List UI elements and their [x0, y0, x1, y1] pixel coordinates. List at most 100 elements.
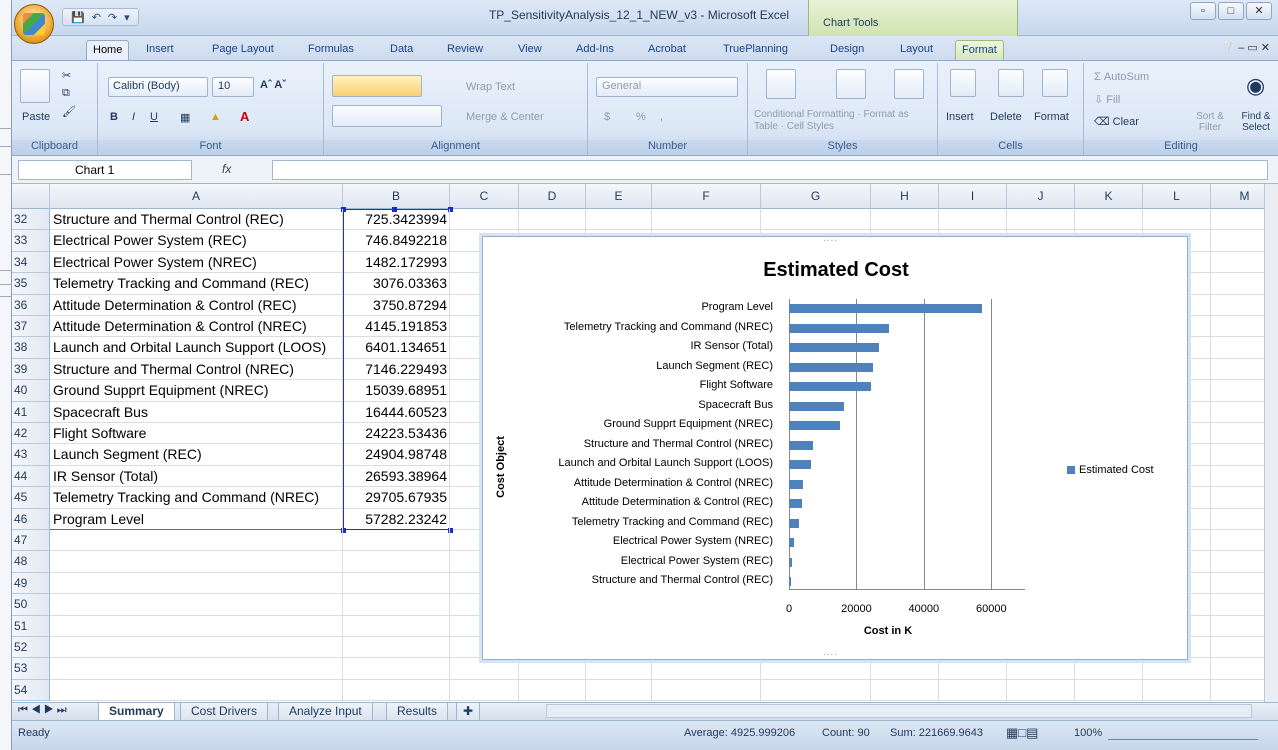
row-header[interactable]: 48 [12, 551, 50, 573]
row-header[interactable]: 50 [12, 594, 50, 616]
paste-icon[interactable] [20, 69, 50, 103]
sheet-tab-results[interactable]: Results [386, 703, 449, 721]
chart-resize-handle-top[interactable]: .... [823, 233, 838, 244]
sheet-tab-cost-drivers[interactable]: Cost Drivers [180, 703, 269, 721]
tab-data[interactable]: Data [384, 40, 419, 60]
name-box[interactable]: Chart 1 [18, 160, 192, 180]
row-header[interactable]: 41 [12, 401, 50, 423]
row-header[interactable]: 37 [12, 316, 50, 338]
x-axis-title[interactable]: Cost in K [788, 625, 988, 637]
bar[interactable] [789, 557, 792, 567]
insert-cells-icon[interactable] [950, 69, 976, 97]
select-all-corner[interactable] [12, 184, 50, 209]
bar[interactable] [789, 577, 792, 586]
align-top-icon[interactable] [332, 75, 422, 97]
bar[interactable] [789, 382, 871, 391]
tab-trueplanning[interactable]: TruePlanning [717, 40, 794, 60]
column-header-f[interactable]: F [652, 184, 761, 209]
row-header[interactable]: 36 [12, 294, 50, 316]
insert-sheet-icon[interactable]: ✚ [456, 703, 481, 721]
bar[interactable] [789, 401, 845, 411]
row-header[interactable]: 54 [12, 679, 50, 702]
row-header[interactable]: 32 [12, 209, 50, 231]
row-header[interactable]: 44 [12, 465, 50, 488]
bar[interactable] [789, 343, 879, 352]
selection-handle[interactable] [392, 207, 397, 212]
column-header-c[interactable]: C [450, 184, 519, 209]
y-axis-title[interactable]: Cost Object [495, 436, 507, 498]
merge-center-button[interactable]: Merge & Center [466, 111, 544, 123]
autosum-button[interactable]: Σ AutoSum [1094, 71, 1149, 83]
zoom-level[interactable]: 100% [1074, 727, 1102, 739]
zoom-slider[interactable] [1108, 724, 1258, 740]
column-header-a[interactable]: A [50, 184, 343, 209]
format-button[interactable]: Format [1034, 111, 1069, 123]
grow-font-icon[interactable]: Aˆ Aˇ [260, 79, 286, 91]
minimize-button[interactable]: ▫ [1190, 2, 1216, 20]
row-header[interactable]: 38 [12, 337, 50, 359]
bar[interactable] [789, 421, 840, 430]
sheet-nav-icon[interactable]: ⏮ ◀ ▶ ⏭ [18, 704, 67, 717]
tab-home[interactable]: Home [86, 40, 130, 60]
row-header[interactable]: 53 [12, 658, 50, 680]
chart-resize-handle-bottom[interactable]: .... [823, 647, 838, 658]
column-header-h[interactable]: H [871, 184, 939, 209]
paste-button[interactable]: Paste [22, 111, 50, 123]
fill-button[interactable]: ⇩ Fill [1094, 93, 1120, 106]
tab-formulas[interactable]: Formulas [302, 40, 360, 60]
customize-qat-icon[interactable]: ▾ [122, 11, 132, 24]
row-header[interactable]: 42 [12, 423, 50, 445]
copy-icon[interactable]: ⧉ [62, 87, 70, 100]
tab-add-ins[interactable]: Add-Ins [570, 40, 620, 60]
bar[interactable] [789, 499, 802, 508]
tab-design[interactable]: Design [824, 40, 870, 60]
column-header-j[interactable]: J [1007, 184, 1075, 209]
tab-acrobat[interactable]: Acrobat [642, 40, 692, 60]
bar[interactable] [789, 440, 814, 450]
row-header[interactable]: 35 [12, 273, 50, 295]
undo-icon[interactable]: ↶ [90, 11, 103, 24]
currency-button[interactable]: $ [604, 111, 610, 123]
bar[interactable] [789, 460, 811, 469]
bar[interactable] [789, 538, 794, 547]
column-header-b[interactable]: B [343, 184, 450, 209]
chart-title[interactable]: Estimated Cost [483, 259, 1189, 282]
underline-icon[interactable]: U [150, 111, 158, 123]
row-header[interactable]: 51 [12, 615, 50, 637]
find-select-button[interactable]: Find & Select [1236, 111, 1276, 133]
tab-view[interactable]: View [512, 40, 548, 60]
tab-review[interactable]: Review [441, 40, 489, 60]
column-header-e[interactable]: E [586, 184, 652, 209]
format-cells-icon[interactable] [1042, 69, 1068, 97]
row-header[interactable]: 34 [12, 251, 50, 274]
office-button[interactable] [14, 4, 54, 44]
font-color-icon[interactable]: A [240, 109, 249, 124]
format-painter-icon[interactable]: 🖌 [62, 105, 76, 118]
column-header-k[interactable]: K [1075, 184, 1143, 209]
tab-format[interactable]: Format [955, 40, 1004, 60]
tab-page-layout[interactable]: Page Layout [206, 40, 280, 60]
function-icon[interactable]: fx [222, 160, 262, 180]
sort-filter-button[interactable]: Sort & Filter [1188, 111, 1232, 133]
column-header-d[interactable]: D [519, 184, 586, 209]
formula-input[interactable] [272, 160, 1268, 180]
bar[interactable] [789, 479, 803, 489]
row-header[interactable]: 39 [12, 358, 50, 381]
styles-buttons[interactable]: Conditional Formatting · Format as Table… [754, 109, 932, 133]
close-button[interactable]: ✕ [1246, 2, 1272, 20]
comma-button[interactable]: , [660, 111, 663, 123]
bar[interactable] [789, 362, 873, 372]
format-as-table-icon[interactable] [836, 69, 866, 99]
save-icon[interactable]: 💾 [69, 11, 87, 24]
insert-button[interactable]: Insert [946, 111, 974, 123]
row-header[interactable]: 49 [12, 572, 50, 595]
delete-cells-icon[interactable] [998, 69, 1024, 97]
chart-legend[interactable]: Estimated Cost [1067, 464, 1154, 476]
bold-icon[interactable]: B [110, 111, 118, 123]
column-header-l[interactable]: L [1143, 184, 1211, 209]
row-header[interactable]: 46 [12, 508, 50, 530]
clear-button[interactable]: ⌫ Clear [1094, 115, 1139, 128]
cut-icon[interactable]: ✂ [62, 69, 71, 82]
row-header[interactable]: 40 [12, 380, 50, 402]
borders-icon[interactable]: ▦ [180, 111, 190, 124]
